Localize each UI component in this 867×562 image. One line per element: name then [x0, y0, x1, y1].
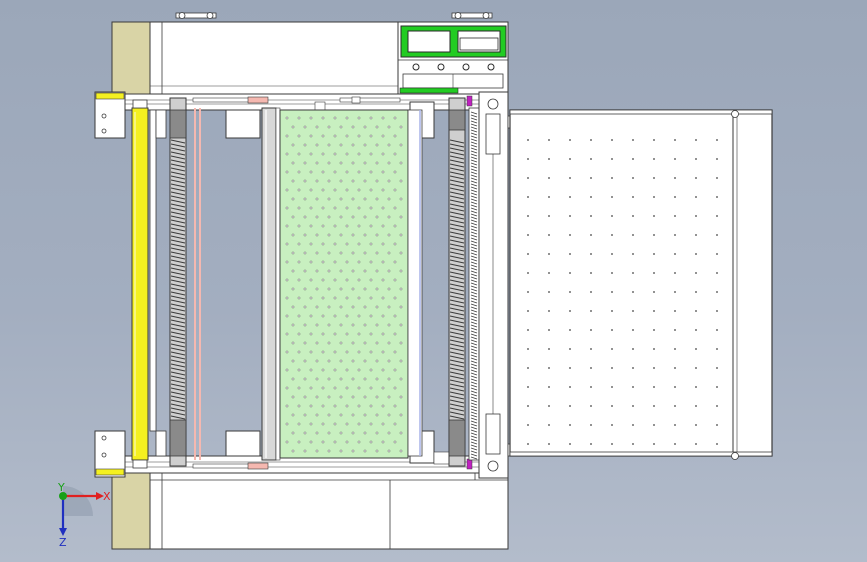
bolt-icon — [451, 12, 493, 19]
left-bracket-bottom — [94, 430, 126, 478]
drive-chain — [468, 107, 480, 461]
cad-viewport[interactable]: X Y Z — [0, 0, 867, 562]
axis-y-label: Y — [57, 481, 65, 494]
pink-rod — [194, 108, 201, 460]
output-table[interactable] — [509, 109, 773, 460]
bolt-icon — [175, 12, 217, 19]
gray-roller[interactable] — [261, 107, 281, 461]
left-bracket-top — [94, 91, 126, 139]
top-housing[interactable] — [111, 12, 509, 95]
purple-mark-top — [466, 95, 473, 107]
threaded-roller-left[interactable] — [169, 97, 187, 467]
axis-z-label: Z — [59, 536, 67, 549]
control-box[interactable] — [397, 21, 509, 95]
coordinate-triad-icon: X Y Z — [57, 481, 111, 549]
top-housing-body[interactable] — [149, 21, 399, 95]
top-side-plate — [111, 21, 151, 95]
yellow-roller[interactable] — [131, 99, 149, 469]
purple-mark-bottom — [466, 458, 473, 470]
axis-x-label: X — [103, 490, 111, 503]
green-perforated-panel[interactable] — [279, 109, 409, 459]
bottom-side-plate — [111, 472, 151, 550]
bottom-housing[interactable] — [111, 472, 509, 550]
threaded-roller-right[interactable] — [448, 95, 473, 470]
